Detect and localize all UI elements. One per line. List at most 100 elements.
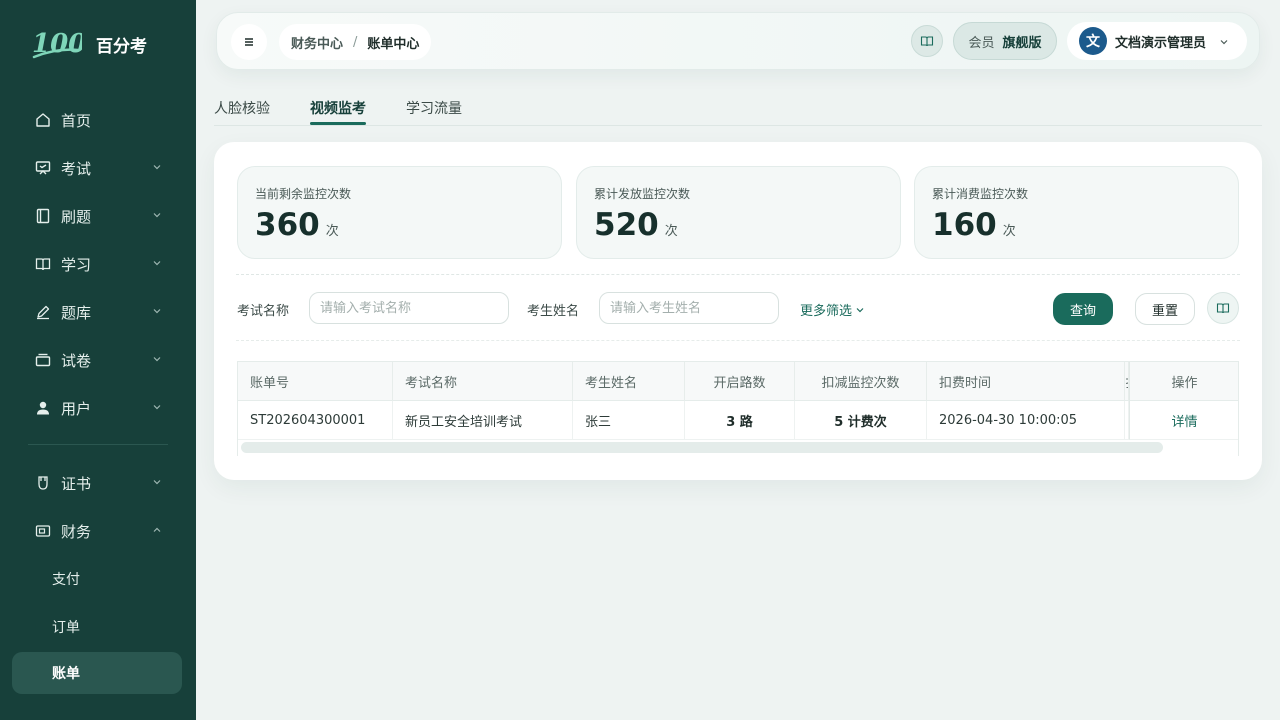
sidebar-item-label: 刷题 (61, 207, 92, 226)
sidebar-item-label: 考试 (61, 159, 92, 178)
chevron-down-icon (153, 213, 161, 218)
notebook-icon (34, 207, 52, 225)
table-header-exam-name: 考试名称 (393, 362, 573, 401)
sidebar-item-study[interactable]: 学习 (12, 244, 182, 284)
active-tab-indicator (310, 122, 366, 125)
stat-value: 160 次 (932, 207, 1016, 243)
sidebar-item-exam[interactable]: 考试 (12, 148, 182, 188)
table-header-time: 扣费时间 (927, 362, 1125, 401)
student-name-input[interactable] (599, 292, 779, 324)
sidebar-item-label: 学习 (61, 255, 92, 274)
detail-link[interactable]: 详情 (1171, 411, 1197, 430)
chevron-down-icon (856, 307, 864, 312)
breadcrumb-separator: / (353, 34, 358, 50)
table-header-student: 考生姓名 (573, 362, 685, 401)
breadcrumb: 财务中心 / 账单中心 (279, 24, 432, 60)
table-cell-channels: 3 路 (685, 401, 795, 440)
sidebar-item-practice[interactable]: 刷题 (12, 196, 182, 236)
sidebar-item-label: 题库 (61, 303, 92, 322)
user-menu[interactable]: 文 文档演示管理员 (1067, 22, 1247, 60)
table-header-deducted: 扣减监控次数 (795, 362, 927, 401)
chevron-up-icon (153, 527, 161, 532)
brand-name: 百分考 (96, 36, 147, 57)
home-icon (34, 111, 52, 129)
more-filters-toggle[interactable]: 更多筛选 (800, 300, 865, 319)
stat-card-issued: 累计发放监控次数 520 次 (576, 166, 901, 259)
sidebar-subitem-bills[interactable]: 账单 (12, 652, 182, 694)
exam-name-input[interactable] (309, 292, 509, 324)
tab-study-traffic[interactable]: 学习流量 (406, 98, 462, 118)
column-settings-button[interactable] (1207, 292, 1239, 324)
stat-unit: 次 (664, 224, 678, 239)
membership-label: 会员 (968, 35, 995, 51)
sidebar-item-label: 财务 (61, 522, 92, 541)
chevron-down-icon (153, 357, 161, 362)
chevron-down-icon (153, 261, 161, 266)
stat-unit: 次 (325, 224, 339, 239)
chevron-down-icon (153, 480, 161, 485)
main-card: 当前剩余监控次数 360 次 累计发放监控次数 520 次 累计消费监控次数 160… (214, 142, 1262, 480)
breadcrumb-finance-center[interactable]: 财务中心 (291, 33, 343, 52)
table-cell-bill-no: ST202604300001 (238, 401, 393, 440)
top-header: 财务中心 / 账单中心 会员 旗舰版 文 文档演示管理员 (216, 12, 1260, 70)
section-divider (236, 274, 1240, 275)
horizontal-scrollbar[interactable] (241, 442, 1163, 453)
exam-name-label: 考试名称 (237, 304, 290, 319)
book-icon (920, 36, 934, 47)
book-open-icon (34, 255, 52, 273)
table-cell-exam-name: 新员工安全培训考试 (393, 401, 573, 440)
sidebar-divider (28, 444, 168, 445)
stat-label: 累计发放监控次数 (594, 187, 691, 201)
tray-icon (34, 351, 52, 369)
table-header-actions: 操作 (1129, 362, 1238, 401)
sidebar-subitem-orders[interactable]: 订单 (12, 606, 182, 648)
breadcrumb-bill-center: 账单中心 (367, 36, 420, 52)
certificate-icon (34, 474, 52, 492)
bills-table: 账单号 考试名称 考生姓名 开启路数 扣减监控次数 扣费时间 扌 操作 ST20… (237, 361, 1239, 456)
stat-value: 360 次 (255, 207, 339, 243)
sidebar-item-label: 证书 (61, 474, 92, 493)
tab-face-verify[interactable]: 人脸核验 (214, 98, 270, 118)
stat-value: 520 次 (594, 207, 678, 243)
menu-toggle-button[interactable] (231, 24, 267, 60)
stat-label: 当前剩余监控次数 (255, 187, 352, 201)
membership-badge[interactable]: 会员 旗舰版 (953, 22, 1057, 60)
chevron-down-icon (153, 309, 161, 314)
chevron-down-icon (153, 405, 161, 410)
sidebar-item-users[interactable]: 用户 (12, 388, 182, 428)
finance-icon (34, 522, 52, 540)
stat-card-remaining: 当前剩余监控次数 360 次 (237, 166, 562, 259)
query-button[interactable]: 查询 (1053, 293, 1113, 325)
sidebar-subitem-label: 账单 (52, 666, 80, 682)
sidebar-subitem-payment[interactable]: 支付 (12, 558, 182, 600)
sidebar-item-question-bank[interactable]: 题库 (12, 292, 182, 332)
sidebar-item-label: 试卷 (61, 351, 92, 370)
membership-level: 旗舰版 (1002, 35, 1042, 51)
tab-bar: 人脸核验 视频监考 学习流量 (214, 90, 1262, 126)
pen-icon (34, 303, 52, 321)
sidebar-item-home[interactable]: 首页 (12, 100, 182, 140)
reset-button[interactable]: 重置 (1135, 293, 1195, 325)
table-cell-student: 张三 (573, 401, 685, 440)
sidebar-item-certificate[interactable]: 证书 (12, 463, 182, 503)
sidebar-item-finance[interactable]: 财务 (12, 511, 182, 551)
tab-video-proctoring[interactable]: 视频监考 (310, 98, 366, 118)
stat-unit: 次 (1002, 224, 1016, 239)
user-name: 文档演示管理员 (1115, 35, 1207, 51)
sidebar-item-papers[interactable]: 试卷 (12, 340, 182, 380)
stat-label: 累计消费监控次数 (932, 187, 1029, 201)
logo-100-icon: 100 (32, 29, 82, 59)
table-header-channels: 开启路数 (685, 362, 795, 401)
brand-logo[interactable]: 100 百分考 (30, 24, 147, 64)
table-cell-actions: 详情 (1129, 401, 1238, 440)
student-name-label: 考生姓名 (527, 304, 580, 319)
sidebar-item-label: 用户 (61, 399, 92, 418)
chevron-down-icon (1220, 40, 1228, 45)
more-filters-label: 更多筛选 (800, 304, 853, 319)
table-cell-time: 2026-04-30 10:00:05 (927, 401, 1125, 440)
docs-button[interactable] (911, 25, 943, 57)
sidebar: 100 百分考 首页 考试 刷题 学习 题库 试卷 用户 证书 财务 支付 订单… (0, 0, 196, 720)
sidebar-item-label: 首页 (61, 111, 92, 130)
exam-board-icon (34, 159, 52, 177)
hamburger-icon (245, 38, 253, 46)
